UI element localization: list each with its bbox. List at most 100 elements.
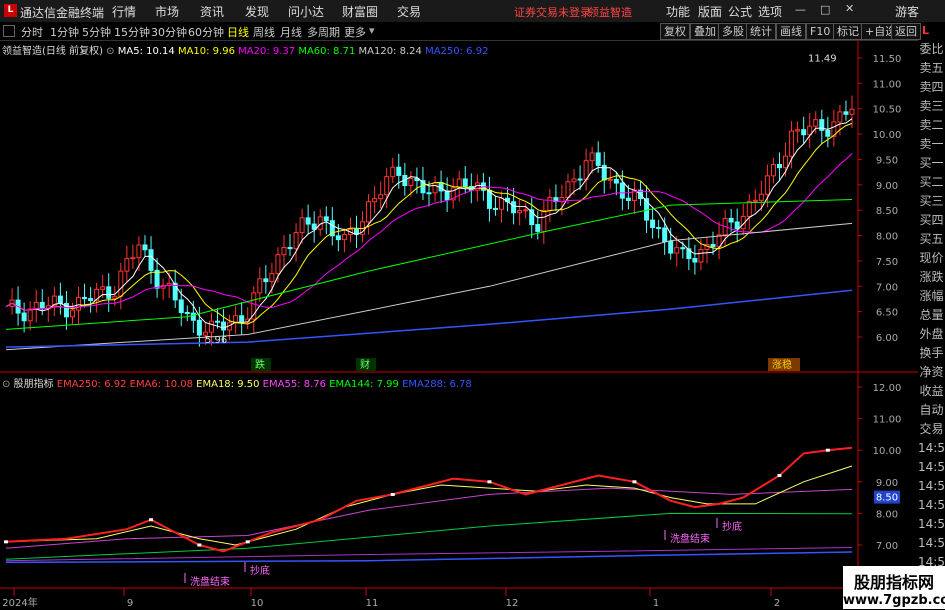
tab-monthly[interactable]: 月线 [280, 24, 302, 40]
side-panel-item[interactable]: 现价 [918, 249, 945, 268]
period-bar: 分时 1分钟 5分钟 15分钟 30分钟 60分钟 日线 周线 月线 多周期 更… [0, 22, 945, 41]
tab-weekly[interactable]: 周线 [253, 24, 275, 40]
tab-more[interactable]: 更多 [344, 24, 366, 40]
multi-stock-button[interactable]: 多股 [718, 23, 748, 40]
tab-daily[interactable]: 日线 [227, 24, 249, 40]
side-panel-item[interactable]: 买四 [918, 211, 945, 230]
candle-body [849, 108, 855, 115]
stock-alert[interactable]: 领益智造 [588, 4, 632, 20]
more-dropdown-icon[interactable]: ▾ [369, 24, 375, 37]
mark-button[interactable]: 标记 [833, 23, 863, 40]
side-panel-item[interactable]: 14:56 [918, 477, 945, 496]
side-panel-item[interactable]: 自动 [918, 401, 945, 420]
candle-body [136, 244, 142, 259]
menu-quotes[interactable]: 行情 [112, 3, 136, 20]
side-panel-item[interactable]: 交易 [918, 420, 945, 439]
tab-1min[interactable]: 1分钟 [50, 24, 79, 40]
menu-function[interactable]: 功能 [666, 3, 690, 20]
side-panel-item[interactable]: 卖五 [918, 59, 945, 78]
draw-button[interactable]: 画线 [776, 23, 806, 40]
candle-body [69, 309, 75, 318]
f10-button[interactable]: F10 [806, 23, 835, 40]
side-panel-item[interactable]: 14:56 [918, 534, 945, 553]
watermark-title: 股朋指标网 [853, 573, 934, 592]
tab-multi[interactable]: 多周期 [307, 24, 340, 40]
menu-discover[interactable]: 发现 [245, 3, 269, 20]
side-panel-item[interactable]: 净资 [918, 363, 945, 382]
candle-body [698, 248, 704, 263]
maximize-icon[interactable]: □ [820, 3, 830, 16]
menu-news[interactable]: 资讯 [200, 3, 224, 20]
menu-layout[interactable]: 版面 [698, 3, 722, 20]
side-panel-item[interactable]: 外盘 [918, 325, 945, 344]
side-panel-item[interactable]: 买一 [918, 154, 945, 173]
side-panel-item[interactable]: 买二 [918, 173, 945, 192]
candle-body [571, 178, 577, 183]
date-tick-label: 9 [127, 598, 133, 609]
side-panel-item[interactable]: 收益 [918, 382, 945, 401]
price-tick-label: 8.50 [876, 206, 898, 217]
side-panel-item[interactable]: 卖三 [918, 97, 945, 116]
candle-body [190, 312, 196, 321]
overlay-button[interactable]: 叠加 [690, 23, 720, 40]
login-alert[interactable]: 证券交易未登录 [514, 4, 591, 20]
menu-formula[interactable]: 公式 [728, 3, 752, 20]
menu-market[interactable]: 市场 [155, 3, 179, 20]
candle-body [390, 166, 396, 178]
menu-ask[interactable]: 问小达 [288, 3, 324, 20]
current-value-label: 8.50 [876, 493, 898, 504]
candle-body [619, 182, 625, 199]
candle-body [100, 286, 106, 290]
candle-body [692, 258, 698, 263]
tab-60min[interactable]: 60分钟 [188, 24, 224, 40]
side-panel-item[interactable]: 涨幅 [918, 287, 945, 306]
side-panel-item[interactable]: 卖二 [918, 116, 945, 135]
menu-options[interactable]: 选项 [758, 3, 782, 20]
tab-30min[interactable]: 30分钟 [151, 24, 187, 40]
back-button[interactable]: 返回 [891, 23, 921, 40]
side-panel-item[interactable]: 14:56 [918, 458, 945, 477]
side-panel-item[interactable]: 总量 [918, 306, 945, 325]
panel-logo-icon[interactable]: L [922, 24, 929, 37]
price-tick-label: 10.50 [873, 105, 902, 116]
user-label[interactable]: 游客 [895, 3, 919, 20]
tab-5min[interactable]: 5分钟 [82, 24, 111, 40]
side-panel-item[interactable]: 买三 [918, 192, 945, 211]
candle-body [33, 301, 39, 310]
candle-body [178, 299, 184, 313]
candle-body [57, 295, 63, 305]
minimize-icon[interactable]: — [795, 3, 806, 16]
adjust-button[interactable]: 复权 [660, 23, 690, 40]
candle-body [372, 198, 378, 203]
candle-body [813, 119, 819, 127]
side-panel-item[interactable]: 14:56 [918, 515, 945, 534]
candle-body [438, 182, 444, 192]
chart-canvas[interactable]: 11.495.96跌财涨稳 洗盘结束抄底洗盘结束抄底 11.5011.0010.… [0, 40, 918, 609]
menu-wealth[interactable]: 财富圈 [342, 3, 378, 20]
candle-body [752, 199, 758, 202]
side-panel-item[interactable]: 买五 [918, 230, 945, 249]
chart-type-icon[interactable] [3, 25, 15, 37]
candle-body [583, 160, 589, 181]
side-panel-item[interactable]: 换手 [918, 344, 945, 363]
tab-timeshare[interactable]: 分时 [21, 24, 43, 40]
candle-body [668, 241, 674, 254]
indicator-tick-label: 12.00 [873, 383, 902, 394]
menu-trade[interactable]: 交易 [397, 3, 421, 20]
candle-body [396, 166, 402, 176]
side-panel-item[interactable]: 14:56 [918, 439, 945, 458]
side-panel-item[interactable]: 卖一 [918, 135, 945, 154]
side-panel-item[interactable]: 委比 [918, 40, 945, 59]
candle-body [106, 286, 112, 299]
stats-button[interactable]: 统计 [746, 23, 776, 40]
side-panel-item[interactable]: 14:56 [918, 496, 945, 515]
candle-body [595, 152, 601, 166]
ema18-line [5, 465, 853, 546]
side-panel-item[interactable]: 涨跌 [918, 268, 945, 287]
side-panel-item[interactable]: 卖四 [918, 78, 945, 97]
close-icon[interactable]: ✕ [845, 2, 854, 15]
price-tick-label: 11.00 [873, 79, 902, 90]
candle-body [795, 129, 801, 132]
price-tick-label: 11.50 [873, 54, 902, 65]
tab-15min[interactable]: 15分钟 [114, 24, 150, 40]
